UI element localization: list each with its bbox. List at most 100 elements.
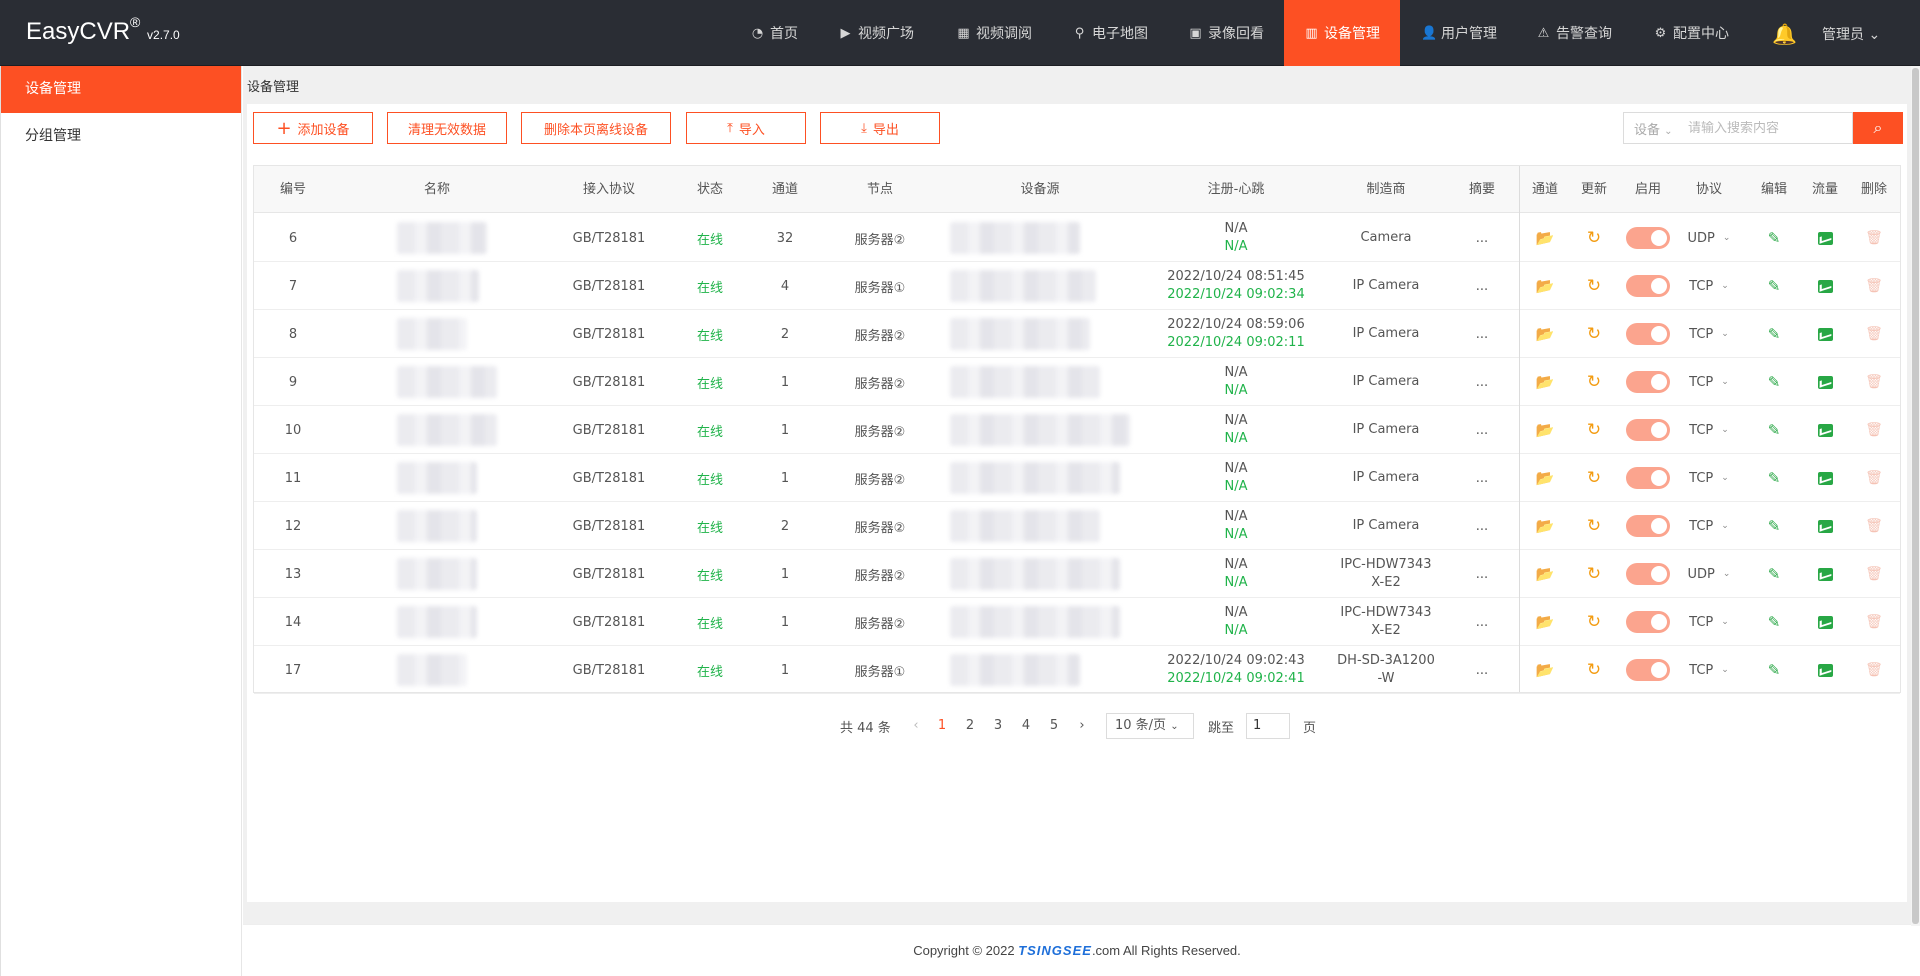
sidebar-item-group-management[interactable]: 分组管理 <box>1 113 241 160</box>
delete-button[interactable]: 🗑 <box>1854 502 1894 550</box>
nav-item-device-management[interactable]: ▥ 设备管理 <box>1284 0 1400 66</box>
nav-item-video-square[interactable]: ▶ 视频广场 <box>826 0 926 66</box>
edit-button[interactable]: ✎ <box>1754 358 1794 406</box>
search-input[interactable] <box>1680 120 1840 136</box>
enable-toggle[interactable] <box>1623 550 1673 598</box>
nav-item-recording-playback[interactable]: ▣ 录像回看 <box>1176 0 1276 66</box>
enable-toggle[interactable] <box>1623 406 1673 454</box>
refresh-button[interactable]: ↻ <box>1574 646 1614 694</box>
summary-ellipsis[interactable]: ... <box>1462 262 1502 310</box>
transport-select[interactable]: UDP ⌄ <box>1679 214 1739 262</box>
page-4[interactable]: 4 <box>1020 713 1032 739</box>
refresh-button[interactable]: ↻ <box>1574 358 1614 406</box>
channel-folder-button[interactable]: 📂 <box>1525 358 1565 406</box>
flow-button[interactable] <box>1805 598 1845 646</box>
flow-button[interactable] <box>1805 262 1845 310</box>
flow-button[interactable] <box>1805 310 1845 358</box>
page-size-select[interactable]: 10 条/页 ⌄ <box>1106 713 1194 739</box>
transport-select[interactable]: TCP ⌄ <box>1679 406 1739 454</box>
refresh-button[interactable]: ↻ <box>1574 598 1614 646</box>
transport-select[interactable]: TCP ⌄ <box>1679 646 1739 694</box>
delete-button[interactable]: 🗑 <box>1854 310 1894 358</box>
flow-button[interactable] <box>1805 454 1845 502</box>
summary-ellipsis[interactable]: ... <box>1462 310 1502 358</box>
flow-button[interactable] <box>1805 358 1845 406</box>
search-button[interactable]: ⌕ <box>1853 112 1903 144</box>
channel-folder-button[interactable]: 📂 <box>1525 454 1565 502</box>
nav-item-home[interactable]: ◔ 首页 <box>735 0 813 66</box>
summary-ellipsis[interactable]: ... <box>1462 358 1502 406</box>
table-row[interactable]: 17 GB/T28181 在线 1 服务器① 2022/10/24 09:02:43 202… <box>254 646 1900 694</box>
enable-toggle[interactable] <box>1623 646 1673 694</box>
transport-select[interactable]: UDP ⌄ <box>1679 550 1739 598</box>
table-row[interactable]: 8 GB/T28181 在线 2 服务器② 2022/10/24 08:59:06 2022… <box>254 310 1900 358</box>
summary-ellipsis[interactable]: ... <box>1462 550 1502 598</box>
table-row[interactable]: 6 GB/T28181 在线 32 服务器② N/A N/A Camera... 📂 ↻ UDP ⌄ ✎… <box>254 214 1900 262</box>
enable-toggle[interactable] <box>1623 454 1673 502</box>
toggle-switch[interactable] <box>1626 275 1670 297</box>
edit-button[interactable]: ✎ <box>1754 262 1794 310</box>
edit-button[interactable]: ✎ <box>1754 550 1794 598</box>
enable-toggle[interactable] <box>1623 502 1673 550</box>
edit-button[interactable]: ✎ <box>1754 598 1794 646</box>
toggle-switch[interactable] <box>1626 371 1670 393</box>
delete-button[interactable]: 🗑 <box>1854 550 1894 598</box>
search-type-select[interactable]: 设备 ⌄ <box>1624 119 1680 138</box>
refresh-button[interactable]: ↻ <box>1574 406 1614 454</box>
jump-page-input[interactable]: 1 <box>1246 713 1290 739</box>
next-page-button[interactable]: › <box>1076 713 1088 739</box>
toggle-switch[interactable] <box>1626 659 1670 681</box>
refresh-button[interactable]: ↻ <box>1574 310 1614 358</box>
channel-folder-button[interactable]: 📂 <box>1525 502 1565 550</box>
nav-item-video-browse[interactable]: ▦ 视频调阅 <box>944 0 1044 66</box>
add-device-button[interactable]: + 添加设备 <box>253 112 373 144</box>
table-row[interactable]: 12 GB/T28181 在线 2 服务器② N/A N/A IP Camera... 📂 ↻ TC… <box>254 502 1900 550</box>
toggle-switch[interactable] <box>1626 467 1670 489</box>
transport-select[interactable]: TCP ⌄ <box>1679 310 1739 358</box>
prev-page-button[interactable]: ‹ <box>910 713 922 739</box>
summary-ellipsis[interactable]: ... <box>1462 646 1502 694</box>
table-row[interactable]: 7 GB/T28181 在线 4 服务器① 2022/10/24 08:51:45 2022… <box>254 262 1900 310</box>
edit-button[interactable]: ✎ <box>1754 646 1794 694</box>
enable-toggle[interactable] <box>1623 358 1673 406</box>
summary-ellipsis[interactable]: ... <box>1462 406 1502 454</box>
refresh-button[interactable]: ↻ <box>1574 502 1614 550</box>
scrollbar-thumb[interactable] <box>1912 68 1919 924</box>
refresh-button[interactable]: ↻ <box>1574 550 1614 598</box>
table-row[interactable]: 14 GB/T28181 在线 1 服务器② N/A N/A IPC-HDW7343 X-E2.… <box>254 598 1900 646</box>
delete-button[interactable]: 🗑 <box>1854 598 1894 646</box>
page-3[interactable]: 3 <box>992 713 1004 739</box>
page-2[interactable]: 2 <box>964 713 976 739</box>
nav-item-user-management[interactable]: 👤 用户管理 <box>1409 0 1509 66</box>
delete-button[interactable]: 🗑 <box>1854 262 1894 310</box>
flow-button[interactable] <box>1805 550 1845 598</box>
transport-select[interactable]: TCP ⌄ <box>1679 454 1739 502</box>
enable-toggle[interactable] <box>1623 598 1673 646</box>
table-row[interactable]: 9 GB/T28181 在线 1 服务器② N/A N/A IP Camera... 📂 ↻ TCP… <box>254 358 1900 406</box>
summary-ellipsis[interactable]: ... <box>1462 502 1502 550</box>
nav-item-config-center[interactable]: ⚙ 配置中心 <box>1641 0 1741 66</box>
enable-toggle[interactable] <box>1623 310 1673 358</box>
export-button[interactable]: ⤓ 导出 <box>820 112 940 144</box>
table-row[interactable]: 11 GB/T28181 在线 1 服务器② N/A N/A IP Camera... 📂 ↻ TC… <box>254 454 1900 502</box>
refresh-button[interactable]: ↻ <box>1574 262 1614 310</box>
channel-folder-button[interactable]: 📂 <box>1525 262 1565 310</box>
brand-link[interactable]: TSINGSEE <box>1018 943 1092 958</box>
flow-button[interactable] <box>1805 406 1845 454</box>
bell-icon[interactable]: 🔔 <box>1772 22 1797 46</box>
transport-select[interactable]: TCP ⌄ <box>1679 262 1739 310</box>
channel-folder-button[interactable]: 📂 <box>1525 598 1565 646</box>
app-logo[interactable]: EasyCVR® v2.7.0 <box>26 14 180 46</box>
flow-button[interactable] <box>1805 214 1845 262</box>
user-menu[interactable]: 管理员 ⌄ <box>1822 24 1880 44</box>
page-1[interactable]: 1 <box>936 713 948 739</box>
delete-button[interactable]: 🗑 <box>1854 214 1894 262</box>
clean-invalid-data-button[interactable]: 清理无效数据 <box>387 112 507 144</box>
toggle-switch[interactable] <box>1626 227 1670 249</box>
nav-item-alarm-query[interactable]: ⚠ 告警查询 <box>1524 0 1624 66</box>
edit-button[interactable]: ✎ <box>1754 454 1794 502</box>
enable-toggle[interactable] <box>1623 262 1673 310</box>
edit-button[interactable]: ✎ <box>1754 502 1794 550</box>
table-row[interactable]: 10 GB/T28181 在线 1 服务器② N/A N/A IP Camera... 📂 ↻ TC… <box>254 406 1900 454</box>
flow-button[interactable] <box>1805 646 1845 694</box>
